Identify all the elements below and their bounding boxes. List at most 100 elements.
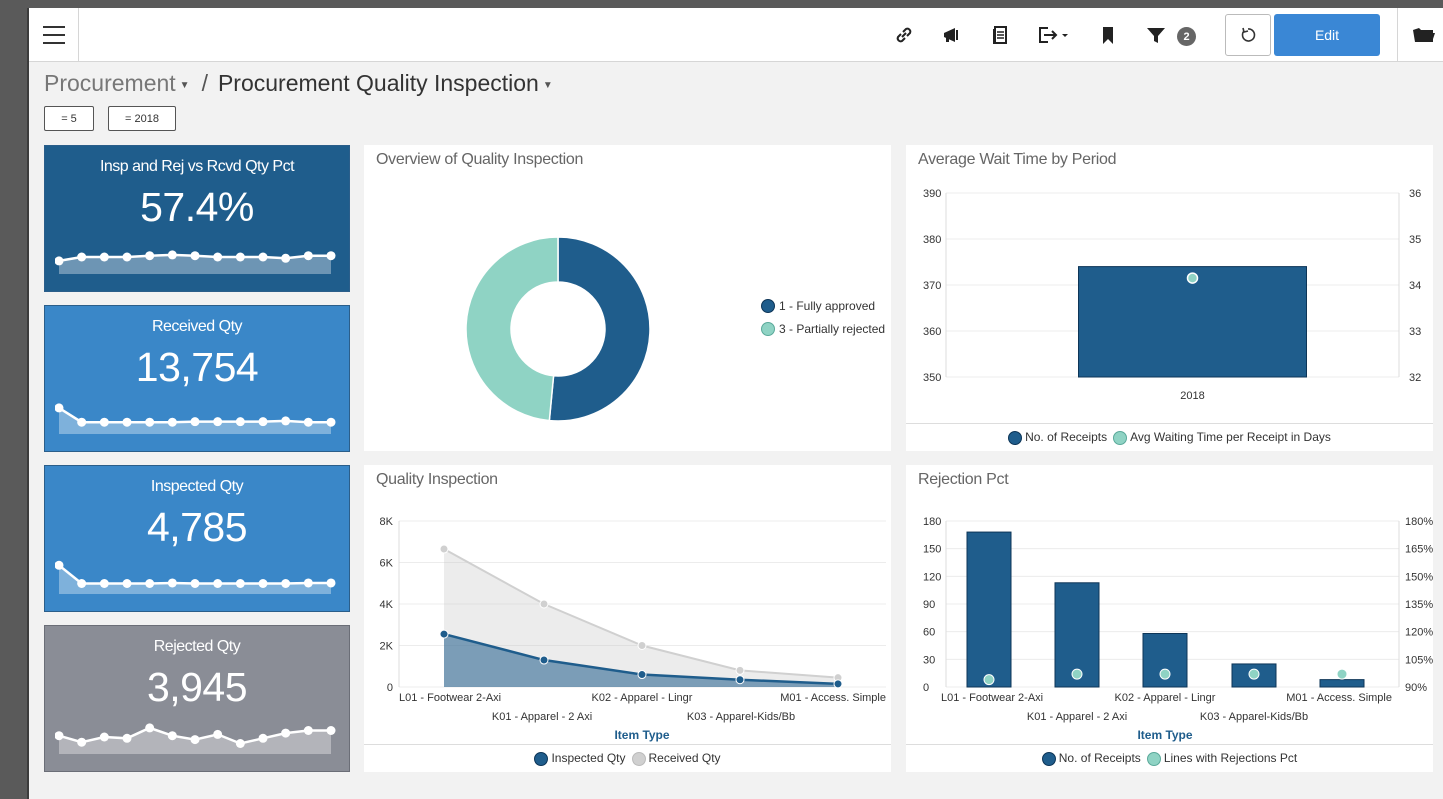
kpi-title: Rejected Qty [153, 638, 241, 655]
legend-item[interactable]: Received Qty [631, 751, 721, 766]
legend-item[interactable]: No. of Receipts [1008, 430, 1107, 445]
sparkline-point [77, 737, 87, 747]
sparkline-point [303, 251, 313, 261]
hamburger-menu-icon[interactable] [29, 8, 79, 62]
donut-slice [548, 236, 651, 422]
sparkline-point [281, 416, 291, 426]
y-tick-label: 370 [923, 280, 941, 292]
legend-item[interactable]: 1 - Fully approved [761, 299, 875, 313]
y2-tick-label: 165% [1405, 544, 1433, 556]
y-tick-label: 150 [923, 544, 941, 556]
legend-item[interactable]: No. of Receipts [1041, 751, 1141, 766]
chevron-down-icon[interactable]: ▼ [180, 80, 190, 91]
folder-icon[interactable] [1411, 22, 1437, 48]
x-tick-label: K02 - Apparel - Lingr [1115, 692, 1216, 704]
sparkline-point [190, 417, 200, 427]
link-icon[interactable] [891, 22, 917, 48]
x-tick-label: K02 - Apparel - Lingr [592, 692, 693, 704]
kpi-sparkline [55, 403, 336, 434]
legend-swatch [631, 751, 646, 766]
legend-swatch [761, 322, 775, 336]
y-tick-label: 390 [923, 188, 941, 200]
legend-item[interactable]: Avg Waiting Time per Receipt in Days [1113, 430, 1331, 445]
legend-item[interactable]: Inspected Qty [534, 751, 626, 766]
series-point [637, 641, 647, 650]
series-point [539, 599, 549, 609]
kpi-tile-insp-rej-pct[interactable]: Insp and Rej vs Rcvd Qty Pct 57.4% [44, 145, 350, 292]
sparkline-point [190, 579, 200, 588]
x-tick-label: K03 - Apparel-Kids/Bb [687, 711, 795, 723]
x-tick-label: 2018 [1180, 390, 1204, 402]
legend-swatch [1113, 430, 1128, 445]
series-point [439, 629, 449, 639]
legend-swatch [1008, 430, 1023, 445]
bar [966, 531, 1012, 688]
sparkline-point [213, 417, 223, 427]
filter-count-badge: 2 [1177, 27, 1196, 46]
chevron-down-icon[interactable]: ▼ [543, 80, 553, 91]
x-tick-label: L01 - Footwear 2-Axi [399, 692, 501, 704]
legend-label: Lines with Rejections Pct [1163, 751, 1298, 766]
kpi-title: Insp and Rej vs Rcvd Qty Pct [99, 158, 295, 175]
series-point [539, 655, 549, 665]
sparkline-point [258, 252, 268, 262]
kpi-tile-received-qty[interactable]: Received Qty 13,754 [44, 305, 350, 452]
sparkline-point [213, 252, 223, 262]
sparkline-point [122, 417, 132, 427]
sparkline-point [258, 733, 268, 743]
kpi-value: 3,945 [146, 664, 248, 710]
donut-slice [465, 236, 559, 422]
document-icon[interactable] [987, 22, 1013, 48]
y2-tick-label: 35 [1409, 234, 1421, 246]
dashboard-frame: 2 Edit Procurement ▼ / Procurement Quali… [27, 8, 1443, 799]
sparkline-point [99, 417, 109, 427]
refresh-button[interactable] [1225, 14, 1271, 56]
series-point [439, 544, 449, 554]
refresh-icon [1241, 27, 1256, 42]
legend-item[interactable]: Lines with Rejections Pct [1146, 751, 1298, 766]
breadcrumb: Procurement ▼ / Procurement Quality Insp… [44, 70, 557, 97]
sparkline-point [145, 579, 155, 588]
filter-icon[interactable] [1143, 22, 1169, 48]
kpi-value: 57.4% [140, 184, 254, 230]
series-point [735, 665, 745, 675]
sparkline-point [281, 253, 291, 263]
sparkline-point [77, 252, 87, 262]
megaphone-icon[interactable] [939, 22, 965, 48]
sparkline-point [303, 726, 313, 735]
chart-legend: No. of Receipts Avg Waiting Time per Rec… [906, 423, 1433, 451]
legend-label: Avg Waiting Time per Receipt in Days [1130, 430, 1331, 445]
y2-tick-label: 36 [1409, 188, 1421, 200]
legend-label: 1 - Fully approved [779, 299, 876, 313]
series-point [833, 679, 843, 689]
filter-pill[interactable]: = 5 [44, 106, 94, 131]
sparkline-point [326, 726, 336, 735]
series-point [735, 675, 745, 685]
export-icon[interactable] [1034, 22, 1074, 48]
kpi-tile-rejected-qty[interactable]: Rejected Qty 3,945 [44, 625, 350, 772]
filter-pill[interactable]: = 2018 [108, 106, 176, 131]
sparkline-point [258, 417, 268, 427]
breadcrumb-parent[interactable]: Procurement [44, 70, 176, 97]
sparkline-point [167, 731, 177, 741]
page-title[interactable]: Procurement Quality Inspection [218, 70, 539, 97]
sparkline-point [235, 739, 245, 748]
edit-button[interactable]: Edit [1274, 14, 1380, 56]
y-tick-label: 180 [923, 516, 941, 528]
quality-panel: Quality Inspection 8K 6K 4K 2K 0 L01 - Footwe… [364, 465, 891, 772]
legend-item[interactable]: 3 - Partially rejected [761, 322, 885, 336]
x-tick-label: M01 - Access. Simple [1286, 692, 1392, 704]
sparkline-point [167, 578, 177, 588]
toolbar-divider [1397, 8, 1398, 62]
sparkline-point [326, 578, 336, 588]
sparkline-point [145, 723, 155, 733]
bookmark-icon[interactable] [1095, 22, 1121, 48]
y-tick-label: 120 [923, 571, 941, 583]
sparkline-point [281, 728, 291, 738]
kpi-tile-inspected-qty[interactable]: Inspected Qty 4,785 [44, 465, 350, 612]
rejection-panel: Rejection Pct 180 180% 150 165% 120 150% 90 135… [906, 465, 1433, 772]
legend-label: No. of Receipts [1025, 430, 1108, 445]
sparkline-point [235, 417, 245, 427]
sparkline-point [235, 579, 245, 588]
donut-chart [465, 236, 651, 422]
